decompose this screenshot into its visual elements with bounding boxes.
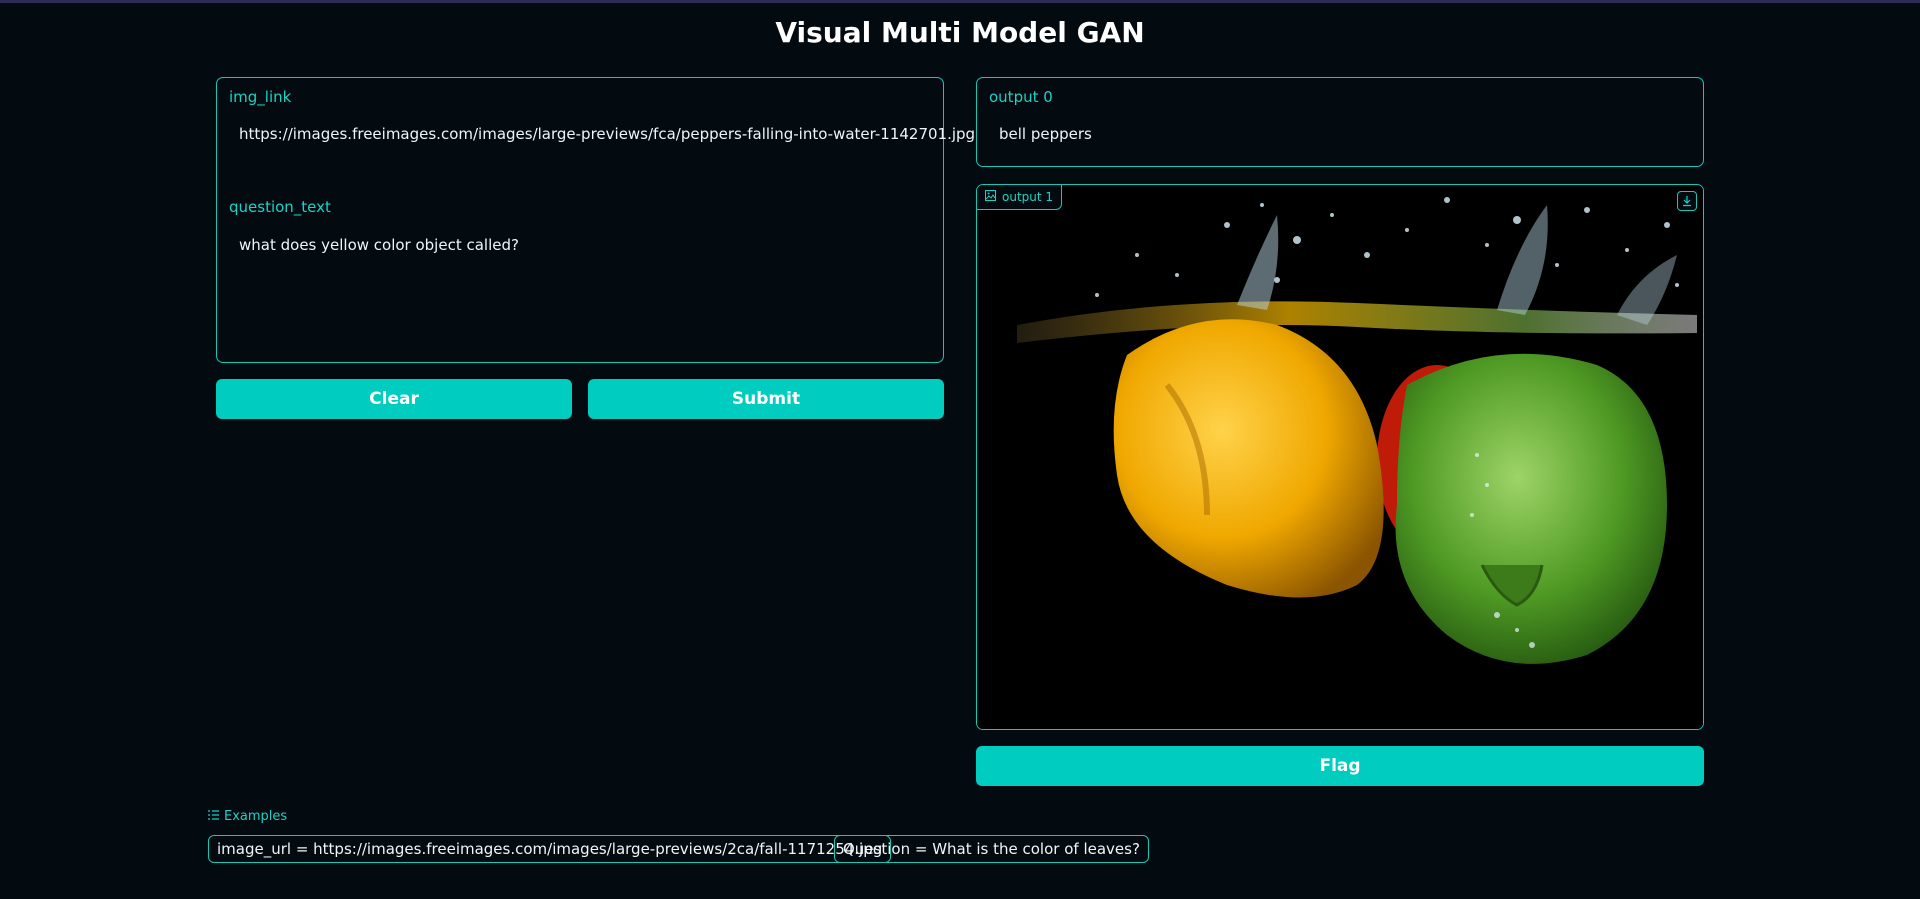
question-text-label: question_text [229, 198, 331, 216]
input-panel: img_link https://images.freeimages.com/i… [216, 77, 975, 363]
output-0-label: output 0 [989, 88, 1053, 106]
examples-label: Examples [224, 809, 288, 824]
img-link-input[interactable]: https://images.freeimages.com/images/lar… [239, 125, 975, 143]
submit-button[interactable]: Submit [588, 379, 944, 419]
output-0-panel: output 0 bell peppers [976, 77, 1704, 167]
img-link-label: img_link [229, 88, 292, 106]
clear-button[interactable]: Clear [216, 379, 572, 419]
example-image-url[interactable]: image_url = https://images.freeimages.co… [208, 835, 892, 863]
flag-button[interactable]: Flag [976, 746, 1704, 786]
output-0-value: bell peppers [999, 125, 1092, 143]
output-1-tag: output 1 [977, 185, 1063, 210]
page-title: Visual Multi Model GAN [775, 16, 1145, 49]
example-question[interactable]: Question = What is the color of leaves? [834, 835, 1149, 863]
examples-header: Examples [208, 809, 287, 824]
output-1-image [977, 185, 1703, 729]
output-1-panel: output 1 [976, 184, 1704, 730]
image-icon [985, 190, 996, 204]
top-accent-line [0, 0, 1920, 3]
download-icon[interactable] [1677, 191, 1697, 211]
list-icon [208, 809, 219, 824]
question-text-input[interactable]: what does yellow color object called? [239, 236, 519, 254]
output-1-label: output 1 [1002, 190, 1054, 204]
